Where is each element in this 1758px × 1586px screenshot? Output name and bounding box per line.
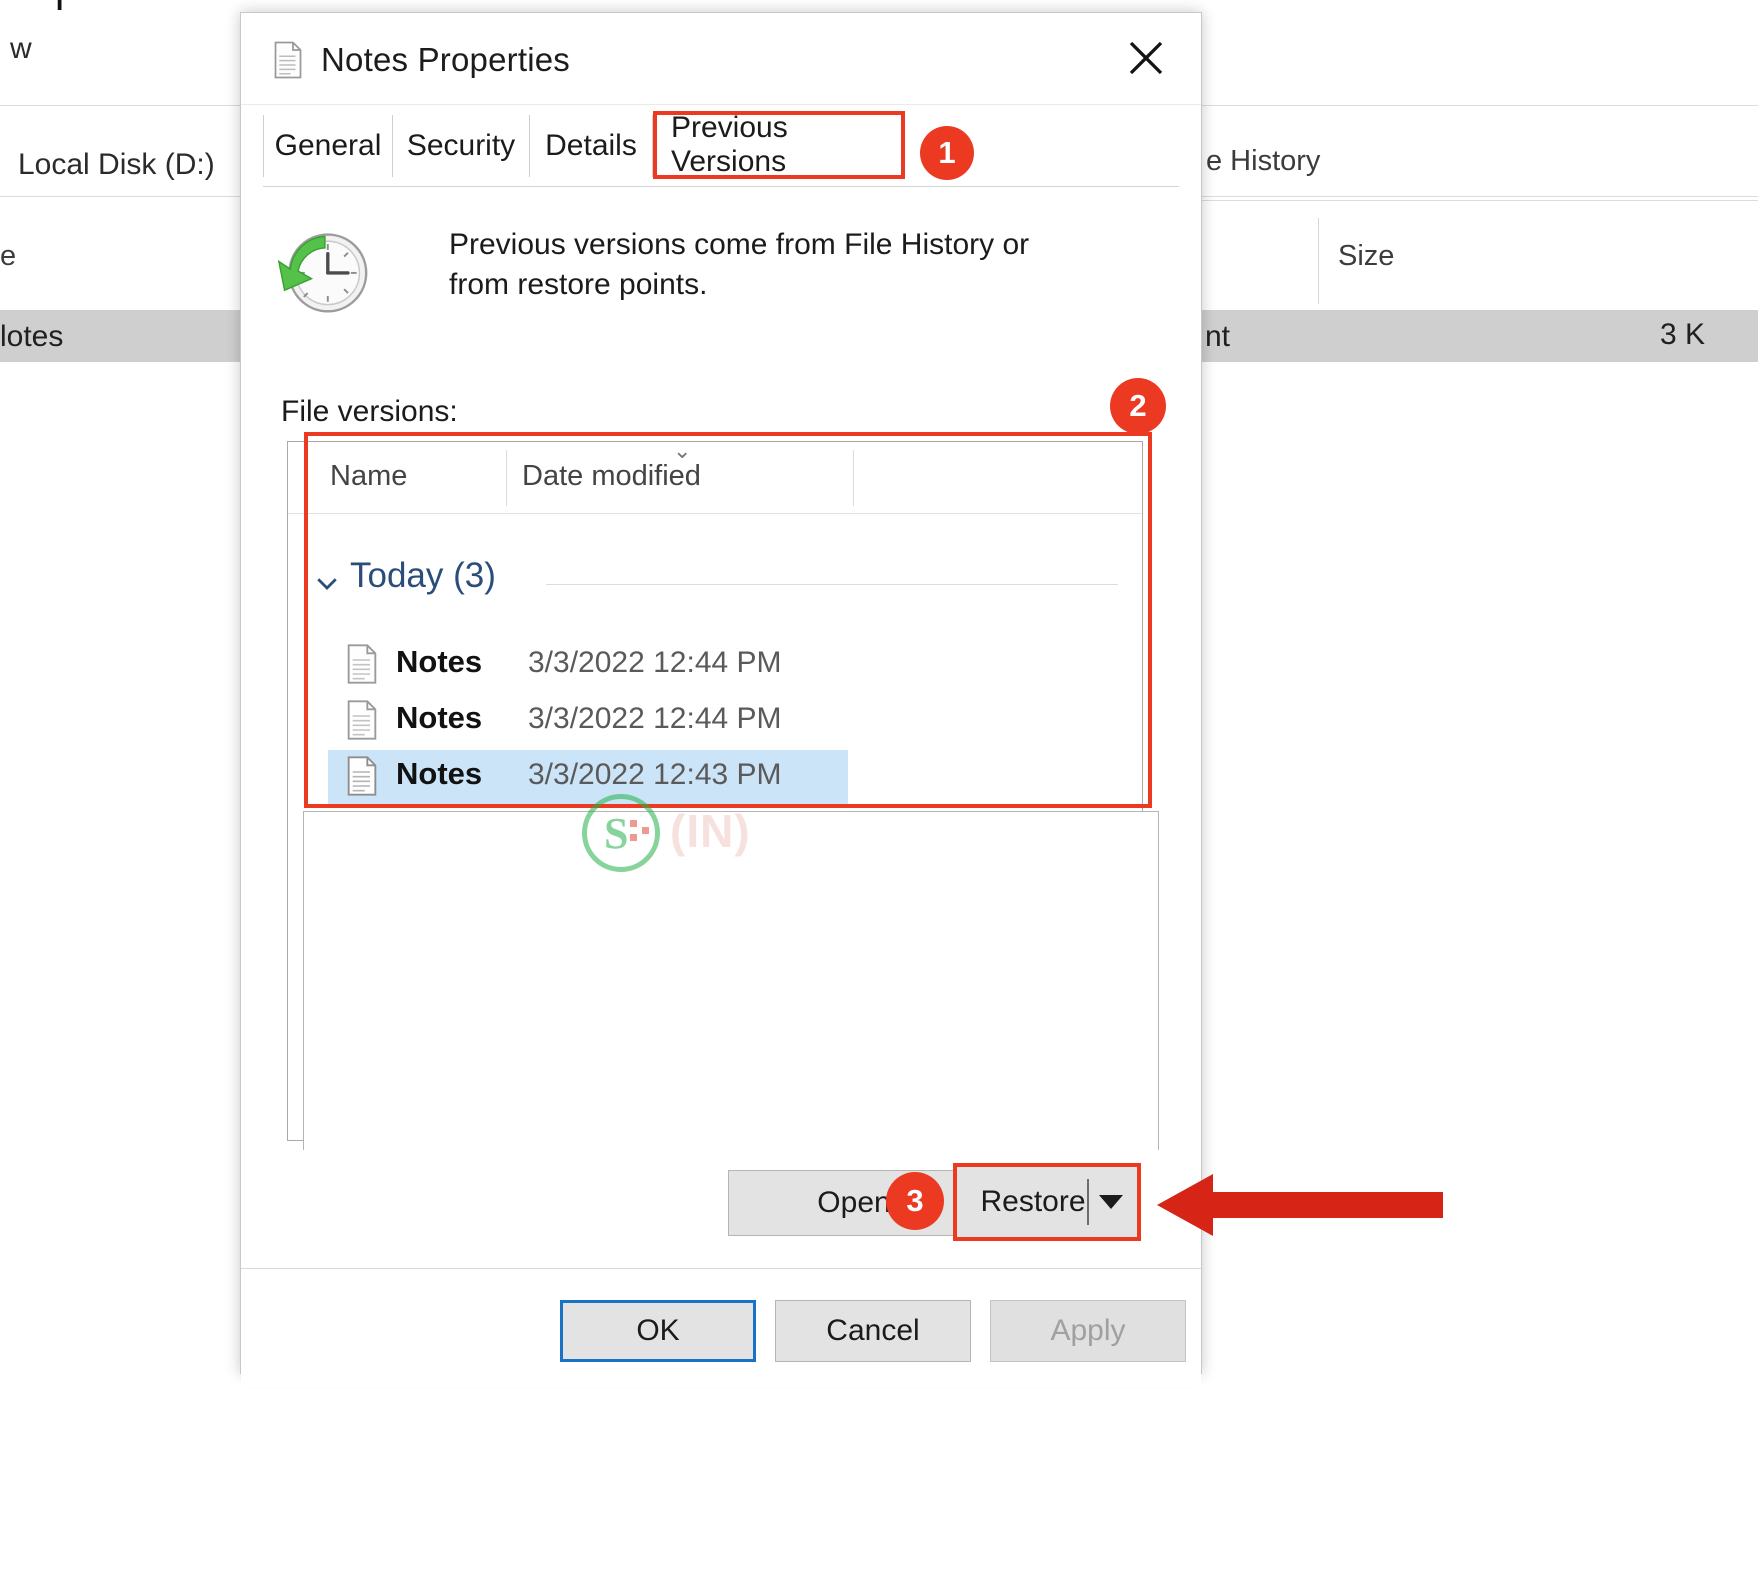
- column-header-file-history-tail[interactable]: e History: [1206, 145, 1320, 178]
- chevron-down-icon[interactable]: [312, 568, 342, 598]
- column-header-size[interactable]: Size: [1338, 240, 1394, 273]
- file-versions-label: File versions:: [281, 395, 458, 429]
- column-header-name-tail[interactable]: e: [0, 240, 16, 273]
- dialog-title: Notes Properties: [321, 41, 570, 79]
- column-divider-1: [506, 450, 507, 506]
- screen: I w Local Disk (D:) e e History Size lot…: [0, 0, 1758, 1586]
- apply-button-label: Apply: [1050, 1314, 1125, 1348]
- cursor-caret-icon: I: [56, 0, 63, 17]
- table-row[interactable]: Notes 3/3/2022 12:44 PM: [328, 694, 848, 750]
- column-header-name[interactable]: Name: [330, 460, 407, 493]
- cancel-button[interactable]: Cancel: [775, 1300, 971, 1362]
- restore-button-visible[interactable]: Restore: [953, 1163, 1141, 1241]
- explorer-row-size: 3 K: [1660, 318, 1705, 352]
- document-icon: [346, 644, 378, 684]
- table-row[interactable]: Notes 3/3/2022 12:44 PM: [328, 638, 848, 694]
- group-label-today: Today (3): [350, 556, 496, 596]
- caret-down-icon[interactable]: [1099, 1195, 1123, 1209]
- annotation-badge-3: 3: [886, 1172, 944, 1230]
- annotation-badge-2: 2: [1110, 378, 1166, 434]
- row-file-name: Notes: [396, 756, 482, 792]
- list-column-headers: Name Date modified ⌄: [288, 442, 1142, 514]
- ribbon-tab-tail: w: [10, 32, 32, 66]
- close-icon[interactable]: [1111, 27, 1181, 89]
- restore-split-divider: [1087, 1179, 1089, 1225]
- tab-details-label: Details: [545, 129, 637, 163]
- tab-strip: General Security Details Previous Versio…: [241, 105, 1201, 187]
- info-description: Previous versions come from File History…: [449, 225, 1089, 305]
- list-group-today[interactable]: Today (3): [288, 554, 1142, 618]
- version-preview-area: [303, 811, 1159, 1151]
- explorer-row-type: nt: [1205, 320, 1230, 354]
- tab-details[interactable]: Details: [529, 115, 653, 177]
- tab-general[interactable]: General: [263, 115, 393, 177]
- cancel-button-label: Cancel: [826, 1314, 919, 1348]
- tab-security-label: Security: [407, 129, 515, 163]
- row-date-modified: 3/3/2022 12:44 PM: [528, 702, 782, 736]
- row-date-modified: 3/3/2022 12:43 PM: [528, 758, 782, 792]
- annotation-badge-1: 1: [920, 126, 974, 180]
- document-icon: [273, 41, 303, 79]
- column-separator: [1318, 218, 1319, 304]
- group-rule: [546, 584, 1118, 585]
- tab-general-label: General: [275, 129, 382, 163]
- apply-button: Apply: [990, 1300, 1186, 1362]
- row-date-modified: 3/3/2022 12:44 PM: [528, 646, 782, 680]
- ok-button[interactable]: OK: [560, 1300, 756, 1362]
- explorer-row-name[interactable]: lotes: [0, 320, 63, 354]
- tab-previous-versions[interactable]: Previous Versions: [653, 111, 905, 179]
- header-divider-right: [1200, 200, 1758, 201]
- column-header-date-modified[interactable]: Date modified: [522, 460, 701, 493]
- table-row-selected[interactable]: Notes 3/3/2022 12:43 PM: [328, 750, 848, 806]
- clock-restore-icon: [275, 223, 371, 319]
- document-icon: [346, 700, 378, 740]
- restore-button-label: Restore: [980, 1185, 1085, 1219]
- left-arrow-icon: [1155, 1170, 1445, 1240]
- row-file-name: Notes: [396, 700, 482, 736]
- sort-ascending-icon: ⌄: [673, 438, 691, 464]
- ok-button-label: OK: [636, 1314, 679, 1348]
- column-divider-2: [853, 450, 854, 506]
- tab-security[interactable]: Security: [392, 115, 530, 177]
- nav-item-local-disk-d[interactable]: Local Disk (D:): [18, 148, 215, 182]
- document-icon: [346, 756, 378, 796]
- tab-previous-versions-label: Previous Versions: [671, 111, 887, 179]
- dialog-titlebar: Notes Properties: [241, 13, 1201, 105]
- open-button-label: Open: [817, 1186, 890, 1220]
- row-file-name: Notes: [396, 644, 482, 680]
